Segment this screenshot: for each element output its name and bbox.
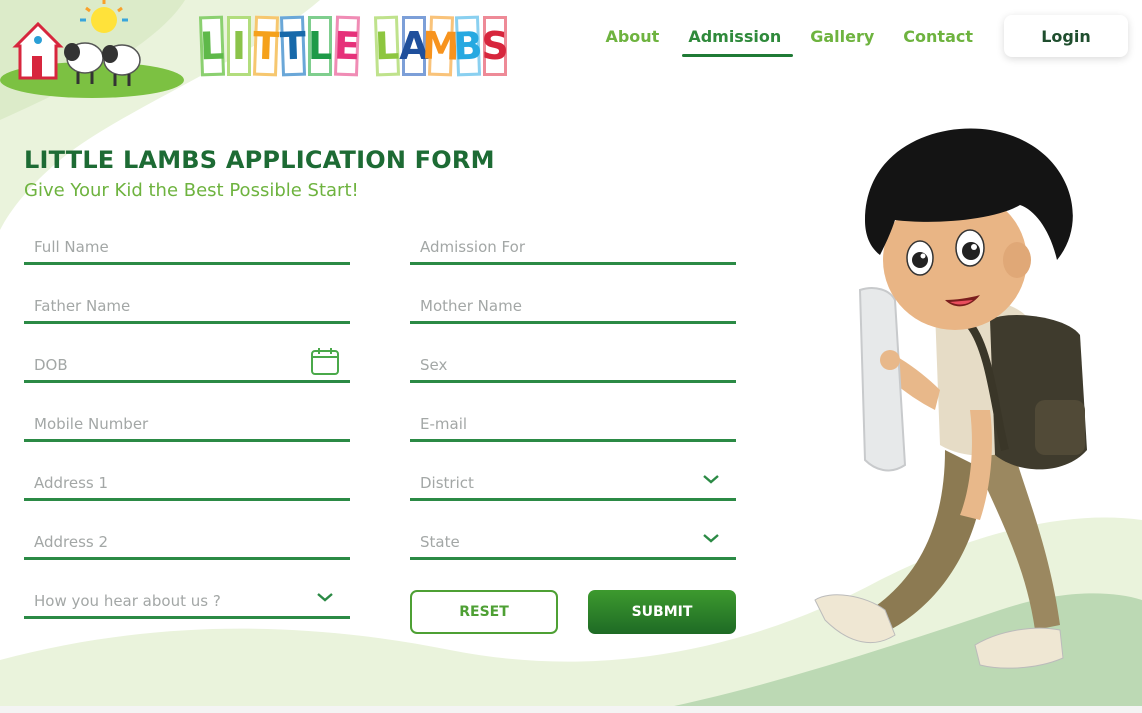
chevron-down-icon[interactable] xyxy=(696,464,726,494)
mobile-number-placeholder: Mobile Number xyxy=(34,415,149,433)
schoolboy-illustration xyxy=(814,128,1087,669)
logo-letter: L xyxy=(308,16,332,76)
logo-letter: B xyxy=(453,15,483,77)
sex-placeholder: Sex xyxy=(420,356,448,374)
address1-input[interactable]: Address 1 xyxy=(24,463,350,501)
hear-about-placeholder: How you hear about us ? xyxy=(34,592,221,610)
address2-input[interactable]: Address 2 xyxy=(24,522,350,560)
brand-logo[interactable]: LITTLELAMBS xyxy=(198,15,509,84)
mobile-number-input[interactable]: Mobile Number xyxy=(24,404,350,442)
nav-about[interactable]: About xyxy=(605,27,659,46)
district-select[interactable]: District xyxy=(410,463,736,501)
logo-letter: M xyxy=(421,15,461,77)
dob-input[interactable]: DOB xyxy=(24,345,350,383)
admission-for-placeholder: Admission For xyxy=(420,238,525,256)
chevron-down-icon[interactable] xyxy=(696,523,726,553)
mother-name-placeholder: Mother Name xyxy=(420,297,522,315)
address2-placeholder: Address 2 xyxy=(34,533,109,551)
submit-button[interactable]: SUBMIT xyxy=(588,590,736,634)
sex-input[interactable]: Sex xyxy=(410,345,736,383)
main-nav: About Admission Gallery Contact Login xyxy=(605,15,1128,57)
login-button[interactable]: Login xyxy=(1004,15,1128,57)
address1-placeholder: Address 1 xyxy=(34,474,109,492)
nav-gallery[interactable]: Gallery xyxy=(810,27,874,46)
logo-letter: L xyxy=(373,15,401,77)
form-title: LITTLE LAMBS APPLICATION FORM xyxy=(24,146,495,174)
logo-letter: T xyxy=(279,15,307,77)
father-name-input[interactable]: Father Name xyxy=(24,286,350,324)
logo-letter: E xyxy=(333,15,361,77)
nav-admission[interactable]: Admission xyxy=(682,27,794,57)
logo-spacer xyxy=(362,16,372,84)
admission-for-input[interactable]: Admission For xyxy=(410,227,736,265)
full-name-input[interactable]: Full Name xyxy=(24,227,350,265)
logo-illustration xyxy=(0,0,184,98)
logo-letter: T xyxy=(252,15,280,77)
state-select[interactable]: State xyxy=(410,522,736,560)
hear-about-select[interactable]: How you hear about us ? xyxy=(24,581,350,619)
state-placeholder: State xyxy=(420,533,460,551)
reset-button[interactable]: RESET xyxy=(410,590,558,634)
email-placeholder: E-mail xyxy=(420,415,468,433)
logo-letter: I xyxy=(227,16,251,76)
district-placeholder: District xyxy=(420,474,474,492)
mother-name-input[interactable]: Mother Name xyxy=(410,286,736,324)
form-subtitle: Give Your Kid the Best Possible Start! xyxy=(24,180,359,201)
logo-letter: L xyxy=(198,15,226,77)
father-name-placeholder: Father Name xyxy=(34,297,131,315)
chevron-down-icon[interactable] xyxy=(310,582,340,612)
email-input[interactable]: E-mail xyxy=(410,404,736,442)
logo-letter: S xyxy=(481,16,509,76)
full-name-placeholder: Full Name xyxy=(34,238,109,256)
nav-contact[interactable]: Contact xyxy=(903,27,973,46)
dob-placeholder: DOB xyxy=(34,356,68,374)
calendar-icon[interactable] xyxy=(310,346,340,376)
